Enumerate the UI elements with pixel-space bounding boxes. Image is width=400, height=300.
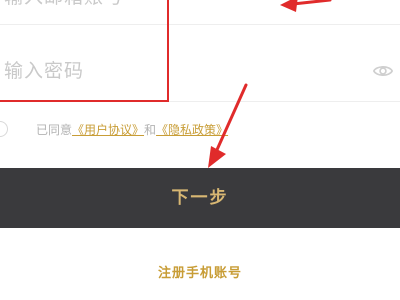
agreement-prefix: 已同意 bbox=[36, 123, 73, 137]
email-input-placeholder: 输入邮箱账号 bbox=[4, 0, 124, 26]
register-phone-account-link[interactable]: 注册手机账号 bbox=[0, 262, 400, 281]
email-field[interactable]: 输入邮箱账号 bbox=[0, 0, 400, 26]
field-divider bbox=[0, 101, 400, 102]
privacy-policy-link[interactable]: 《隐私政策》 bbox=[156, 123, 228, 137]
next-button[interactable]: 下一步 bbox=[0, 168, 400, 228]
eye-icon[interactable] bbox=[372, 60, 394, 82]
field-divider bbox=[0, 24, 400, 25]
agreement-connector: 和 bbox=[144, 123, 157, 137]
user-agreement-link[interactable]: 《用户协议》 bbox=[72, 123, 144, 137]
password-field[interactable]: 输入密码 bbox=[0, 42, 400, 100]
agreement-text: 已同意《用户协议》和《隐私政策》 bbox=[36, 120, 228, 140]
password-input-placeholder: 输入密码 bbox=[4, 60, 85, 82]
agreement-radio[interactable] bbox=[0, 121, 8, 137]
